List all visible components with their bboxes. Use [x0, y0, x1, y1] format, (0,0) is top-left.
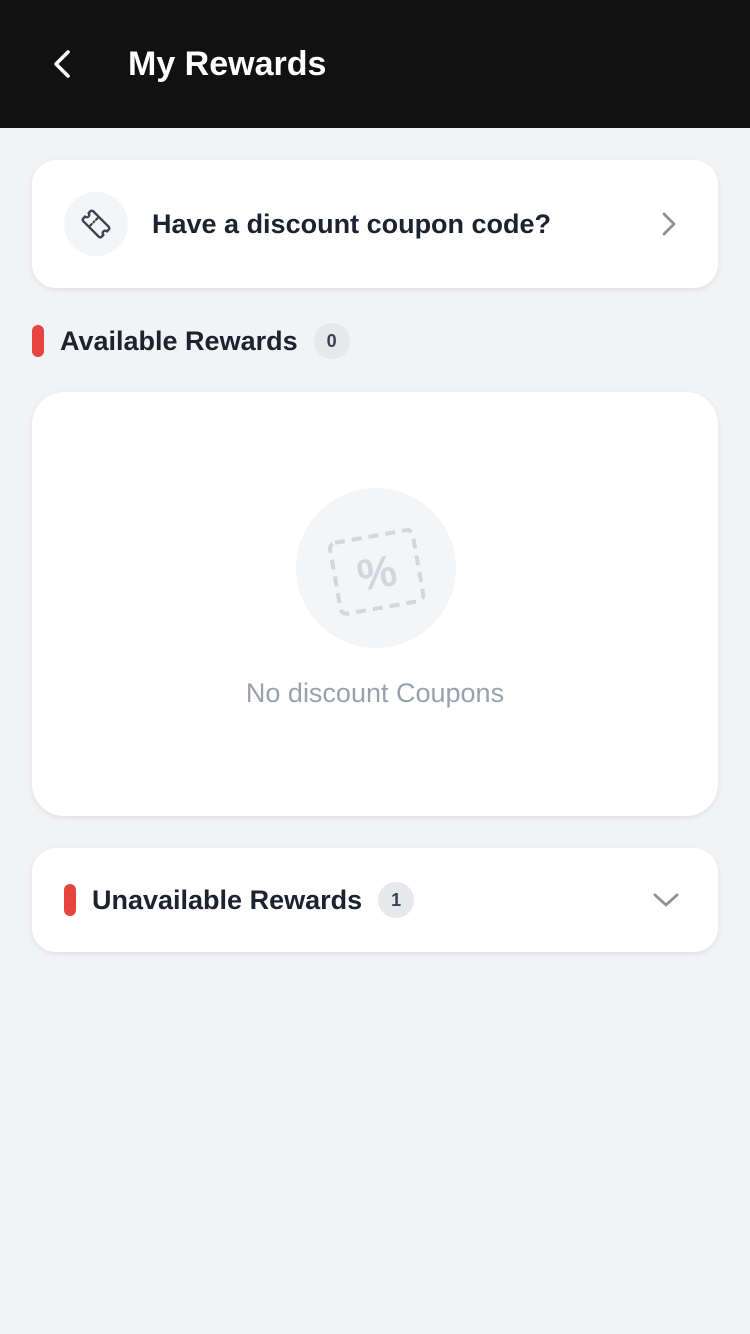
app-header: My Rewards [0, 0, 750, 128]
chevron-left-icon [54, 50, 70, 78]
chevron-right-icon [648, 204, 688, 244]
available-rewards-count-badge: 0 [313, 323, 350, 359]
coupon-code-label: Have a discount coupon code? [152, 208, 552, 239]
back-button[interactable] [40, 40, 88, 88]
rewards-page: My Rewards Have a discount coupon code? … [0, 0, 750, 1334]
unavailable-rewards-count-badge: 1 [378, 882, 415, 918]
svg-text:%: % [353, 546, 400, 601]
coupon-code-entry[interactable]: Have a discount coupon code? [32, 160, 718, 288]
available-rewards-empty-state: % No discount Coupons [32, 392, 718, 816]
available-rewards-title: Available Rewards [60, 325, 298, 356]
percent-coupon-icon: % [296, 488, 456, 648]
chevron-down-icon [646, 880, 686, 920]
section-accent-bar [32, 325, 44, 357]
unavailable-rewards-heading: Unavailable Rewards 1 [64, 879, 415, 921]
unavailable-rewards-title: Unavailable Rewards [92, 884, 363, 915]
ticket-icon-container [64, 192, 128, 256]
section-accent-bar [64, 884, 76, 916]
page-title: My Rewards [128, 44, 327, 83]
empty-state-message: No discount Coupons [245, 678, 505, 708]
ticket-icon [81, 209, 111, 239]
available-rewards-heading: Available Rewards 0 [32, 320, 350, 362]
unavailable-rewards-toggle[interactable]: Unavailable Rewards 1 [32, 848, 718, 952]
